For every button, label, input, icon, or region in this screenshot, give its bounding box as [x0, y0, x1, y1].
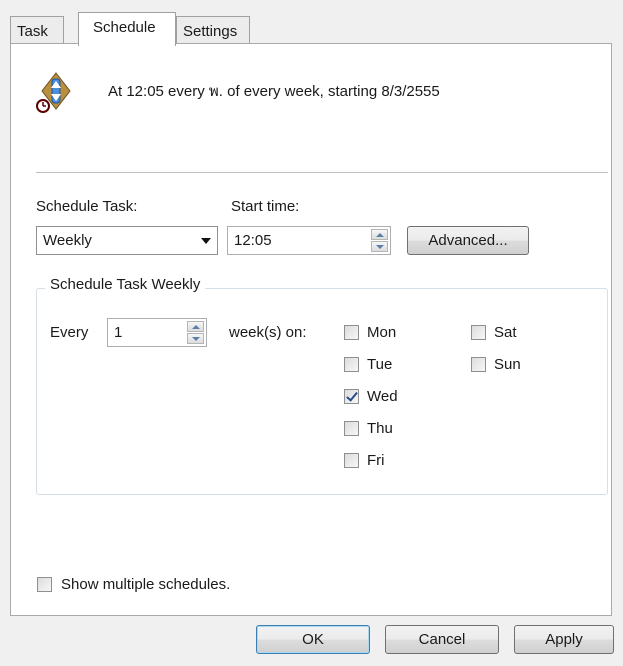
day-checkbox-tue[interactable]: [344, 357, 359, 372]
day-label-mon: Mon: [367, 324, 397, 341]
advanced-button[interactable]: Advanced...: [407, 226, 529, 255]
weeks-on-label: week(s) on:: [229, 324, 307, 341]
every-weeks-spinner: [187, 321, 204, 344]
start-time-field[interactable]: 12:05: [227, 226, 391, 255]
day-label-fri: Fri: [367, 452, 385, 469]
day-checkbox-mon[interactable]: [344, 325, 359, 340]
show-multiple-label: Show multiple schedules.: [61, 576, 231, 593]
every-weeks-field[interactable]: 1: [107, 318, 207, 347]
start-time-value: 12:05: [234, 232, 272, 249]
schedule-task-dropdown[interactable]: Weekly: [36, 226, 218, 255]
separator: [36, 172, 608, 173]
dialog-footer: OK Cancel Apply: [0, 616, 623, 666]
cancel-button[interactable]: Cancel: [385, 625, 499, 654]
day-label-wed: Wed: [367, 388, 398, 405]
day-label-tue: Tue: [367, 356, 393, 373]
increment-arrow-icon[interactable]: [187, 321, 204, 332]
ok-button[interactable]: OK: [256, 625, 370, 654]
tab-schedule[interactable]: Schedule: [78, 12, 176, 46]
day-checkbox-sun[interactable]: [471, 357, 486, 372]
schedule-summary: At 12:05 every พ. of every week, startin…: [108, 83, 440, 100]
tab-task[interactable]: Task: [10, 16, 64, 45]
chevron-down-icon: [201, 238, 211, 244]
day-checkbox-thu[interactable]: [344, 421, 359, 436]
day-checkbox-sat[interactable]: [471, 325, 486, 340]
show-multiple-checkbox[interactable]: [37, 577, 52, 592]
every-label: Every: [50, 324, 89, 341]
clock-icon: [36, 99, 50, 113]
increment-arrow-icon[interactable]: [371, 229, 388, 240]
every-weeks-value: 1: [114, 324, 123, 341]
decrement-arrow-icon[interactable]: [187, 333, 204, 344]
schedule-panel: At 12:05 every พ. of every week, startin…: [10, 43, 612, 616]
decrement-arrow-icon[interactable]: [371, 241, 388, 252]
day-checkbox-wed[interactable]: [344, 389, 359, 404]
start-time-label: Start time:: [231, 198, 300, 215]
day-label-thu: Thu: [367, 420, 393, 437]
group-title: Schedule Task Weekly: [45, 276, 206, 293]
start-time-spinner: [371, 229, 388, 252]
schedule-task-label: Schedule Task:: [36, 198, 138, 215]
day-label-sun: Sun: [494, 356, 521, 373]
apply-button[interactable]: Apply: [514, 625, 614, 654]
schedule-task-value: Weekly: [43, 232, 92, 249]
scheduled-task-icon: [34, 71, 74, 117]
day-checkbox-fri[interactable]: [344, 453, 359, 468]
tab-settings[interactable]: Settings: [176, 16, 250, 45]
day-label-sat: Sat: [494, 324, 517, 341]
